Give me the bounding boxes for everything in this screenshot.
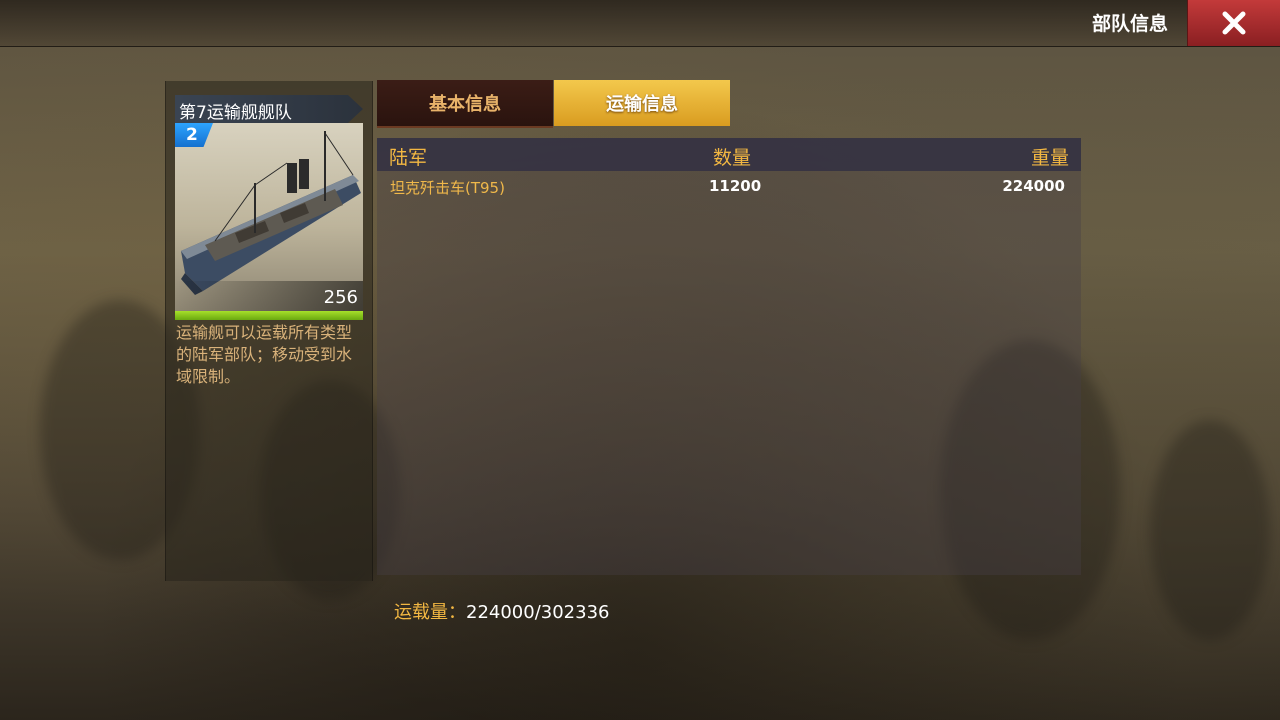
capacity-readout: 运载量：224000/302336	[394, 598, 610, 624]
close-icon	[1222, 11, 1246, 35]
capacity-label: 运载量：	[394, 602, 466, 623]
unit-count: 256	[323, 287, 358, 308]
row-weight: 224000	[1002, 177, 1065, 195]
column-header-weight: 重量	[1030, 147, 1069, 169]
unit-description: 运输舰可以运载所有类型的陆军部队；移动受到水域限制。	[176, 323, 353, 386]
health-bar	[175, 311, 363, 320]
table-header: 陆军 数量 重量	[377, 138, 1081, 171]
close-button[interactable]	[1187, 0, 1280, 46]
unit-card: 第7运输舰舰队 2 256 运输舰可以运载所有类型的陆军部队；移动受到水域限制。	[165, 81, 373, 581]
unit-count-bar: 256	[175, 281, 363, 311]
unit-name-bar: 第7运输舰舰队	[175, 95, 363, 123]
top-bar: 部队信息	[0, 0, 1280, 47]
capacity-value: 224000/302336	[466, 602, 610, 623]
background-soldier-silhouette	[1150, 420, 1270, 640]
tab-transport-info[interactable]: 运输信息	[554, 80, 730, 126]
transport-table-panel: 陆军 数量 重量 坦克歼击车(T95) 11200 224000	[377, 138, 1081, 575]
tab-basic-info[interactable]: 基本信息	[377, 80, 553, 128]
column-header-army: 陆军	[389, 147, 428, 169]
table-row[interactable]: 坦克歼击车(T95) 11200 224000	[377, 174, 1081, 200]
unit-name: 第7运输舰舰队	[179, 103, 292, 123]
page-title: 部队信息	[1091, 13, 1168, 35]
unit-image: 2 256	[175, 123, 363, 311]
row-unit-name: 坦克歼击车(T95)	[390, 179, 505, 197]
column-header-quantity: 数量	[713, 147, 752, 169]
row-quantity: 11200	[709, 177, 762, 195]
